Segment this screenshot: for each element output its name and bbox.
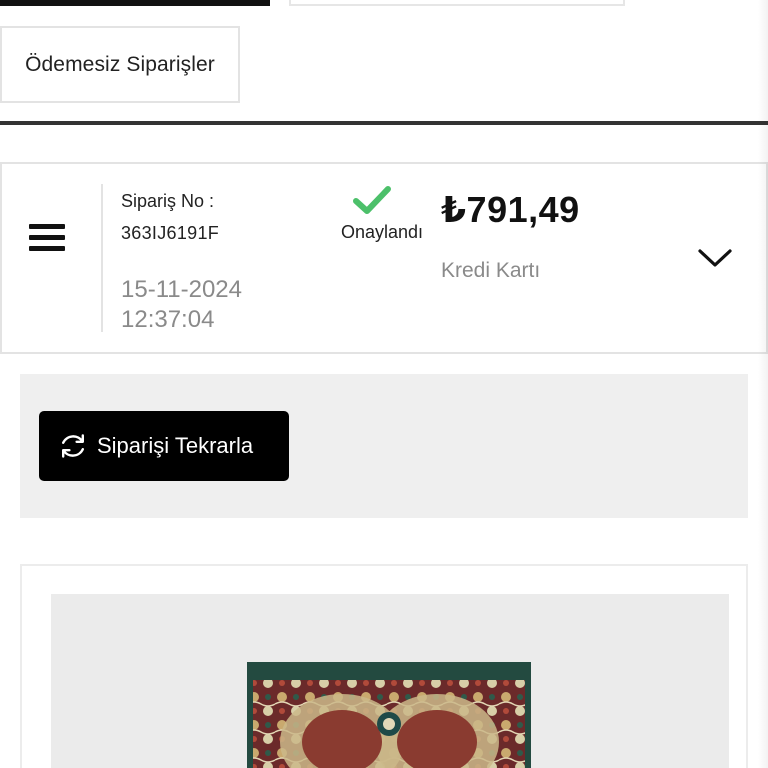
scroll-edge-shadow xyxy=(758,0,768,768)
order-status: Onaylandı xyxy=(341,222,424,242)
active-tab-indicator[interactable] xyxy=(0,0,270,6)
refresh-icon xyxy=(61,434,84,458)
order-actions-panel: Siparişi Tekrarla xyxy=(20,374,748,518)
reorder-button[interactable]: Siparişi Tekrarla xyxy=(39,411,289,481)
hamburger-menu-icon[interactable] xyxy=(29,224,65,254)
chevron-down-icon[interactable] xyxy=(697,246,733,270)
payment-method: Kredi Kartı xyxy=(441,259,541,282)
order-datetime: 15-11-2024 12:37:04 xyxy=(121,275,242,335)
order-history-page: Ödemesiz Siparişler Sipariş No : 363IJ61… xyxy=(0,0,768,768)
section-divider xyxy=(0,121,768,125)
order-no-label: Sipariş No : xyxy=(121,191,215,211)
order-no-value: 363IJ6191F xyxy=(121,223,220,243)
product-image-frame[interactable] xyxy=(51,594,729,768)
product-image[interactable] xyxy=(247,662,531,768)
check-icon xyxy=(353,186,391,214)
order-item-card xyxy=(20,564,748,768)
reorder-button-label: Siparişi Tekrarla xyxy=(97,433,254,458)
order-date: 15-11-2024 xyxy=(121,276,242,303)
order-total-price: ₺791,49 xyxy=(441,189,580,230)
order-time: 12:37:04 xyxy=(121,306,215,333)
tab-inactive[interactable] xyxy=(289,0,625,6)
order-card: Sipariş No : 363IJ6191F 15-11-2024 12:37… xyxy=(0,162,768,354)
unpaid-orders-button[interactable]: Ödemesiz Siparişler xyxy=(0,26,240,103)
vertical-separator xyxy=(101,184,103,332)
